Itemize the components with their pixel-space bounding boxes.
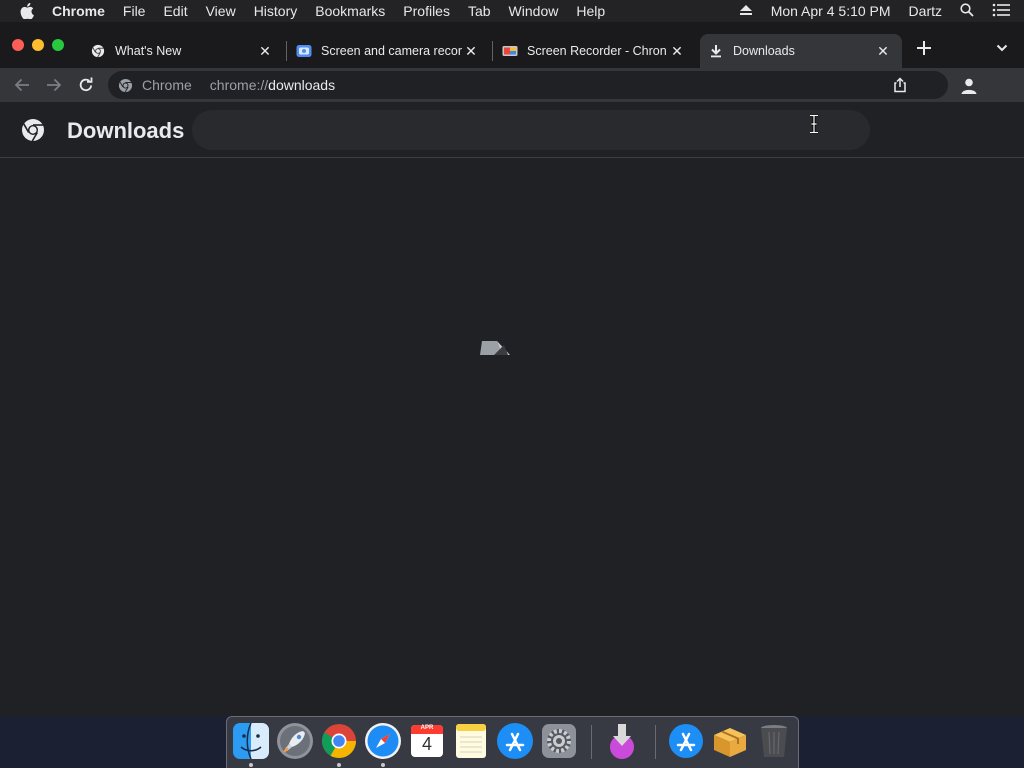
- menu-tab[interactable]: Tab: [468, 3, 491, 19]
- safari-compass-icon[interactable]: [364, 722, 402, 760]
- chrome-logo-icon: [21, 118, 45, 142]
- tab-screen-recorder-extension[interactable]: Screen Recorder - Chron ✕: [494, 34, 696, 68]
- close-tab-icon[interactable]: ✕: [670, 43, 684, 59]
- menu-view[interactable]: View: [206, 3, 236, 19]
- text-cursor-ibeam-icon: [808, 114, 820, 134]
- running-indicator: [249, 763, 253, 767]
- tab-title: Screen Recorder - Chron: [527, 44, 667, 58]
- tab-whats-new[interactable]: What's New ✕: [82, 34, 284, 68]
- running-indicator: [337, 763, 341, 767]
- zoom-window-button[interactable]: [52, 39, 64, 51]
- omnibox[interactable]: Chrome chrome://downloads: [108, 71, 948, 99]
- calendar-month: APR: [420, 725, 434, 731]
- chrome-icon: [90, 43, 106, 59]
- app-store-icon[interactable]: [496, 722, 534, 760]
- close-tab-icon[interactable]: ✕: [258, 43, 272, 59]
- empty-downloads-illustration: [478, 337, 518, 361]
- apple-menu-icon[interactable]: [20, 3, 34, 19]
- eject-icon[interactable]: [739, 3, 753, 19]
- trash-icon[interactable]: [755, 722, 793, 760]
- menu-bookmarks[interactable]: Bookmarks: [315, 3, 385, 19]
- reload-icon[interactable]: [76, 75, 96, 95]
- tab-downloads[interactable]: Downloads ✕: [700, 34, 902, 68]
- url-scheme: chrome://: [209, 77, 269, 93]
- finder-icon[interactable]: [232, 722, 270, 760]
- close-tab-icon[interactable]: ✕: [876, 43, 890, 59]
- system-preferences-gear-icon[interactable]: [540, 722, 578, 760]
- downloads-stack-icon[interactable]: [603, 722, 641, 760]
- forward-arrow-icon[interactable]: [44, 75, 64, 95]
- profile-avatar-icon[interactable]: [958, 75, 980, 97]
- new-tab-plus-icon[interactable]: [914, 38, 934, 58]
- launchpad-rocket-icon[interactable]: [276, 722, 314, 760]
- menu-edit[interactable]: Edit: [163, 3, 187, 19]
- chrome-site-icon: [118, 77, 134, 93]
- menu-file[interactable]: File: [123, 3, 146, 19]
- share-icon[interactable]: [892, 77, 908, 93]
- tab-title: Downloads: [733, 44, 795, 58]
- search-downloads-input[interactable]: [192, 110, 870, 150]
- calendar-day: 4: [421, 734, 432, 754]
- downloads-list-area: [0, 159, 1024, 716]
- spotlight-search-icon[interactable]: [960, 2, 974, 20]
- macos-dock: APR 4: [226, 716, 799, 768]
- browser-window: What's New ✕ Screen and camera recor ✕ S…: [0, 22, 1024, 716]
- tab-search-chevron-down-icon[interactable]: [992, 38, 1012, 58]
- menu-bar-clock[interactable]: Mon Apr 4 5:10 PM: [771, 3, 891, 19]
- tab-separator: [286, 41, 287, 61]
- menu-profiles[interactable]: Profiles: [403, 3, 450, 19]
- screen-recorder-extension-icon: [502, 43, 518, 59]
- back-arrow-icon[interactable]: [12, 75, 32, 95]
- close-window-button[interactable]: [12, 39, 24, 51]
- browser-toolbar: Chrome chrome://downloads: [0, 68, 1024, 102]
- menu-window[interactable]: Window: [509, 3, 559, 19]
- notes-icon[interactable]: [452, 722, 490, 760]
- close-tab-icon[interactable]: ✕: [464, 43, 478, 59]
- calendar-icon[interactable]: APR 4: [408, 722, 446, 760]
- notification-center-icon[interactable]: [992, 3, 1010, 20]
- tab-title: Screen and camera recor: [321, 44, 463, 58]
- tab-separator: [492, 41, 493, 61]
- tab-screen-and-camera-recorder[interactable]: Screen and camera recor ✕: [288, 34, 490, 68]
- macos-menu-bar: Chrome File Edit View History Bookmarks …: [0, 0, 1024, 22]
- menu-bar-user[interactable]: Dartz: [909, 3, 942, 19]
- minimize-window-button[interactable]: [32, 39, 44, 51]
- screen-camera-icon: [296, 43, 312, 59]
- tab-title: What's New: [115, 44, 182, 58]
- menu-app-name[interactable]: Chrome: [52, 3, 105, 19]
- app-store-folder-icon[interactable]: [667, 722, 705, 760]
- omnibox-site-chip[interactable]: Chrome: [142, 77, 192, 93]
- menu-history[interactable]: History: [254, 3, 298, 19]
- menu-help[interactable]: Help: [576, 3, 605, 19]
- downloads-header: Downloads: [0, 102, 1024, 158]
- running-indicator: [381, 763, 385, 767]
- dock-separator: [655, 725, 656, 759]
- tab-strip: What's New ✕ Screen and camera recor ✕ S…: [0, 22, 1024, 68]
- chrome-app-icon[interactable]: [320, 722, 358, 760]
- page-title: Downloads: [67, 118, 185, 143]
- download-icon: [708, 43, 724, 59]
- url-path: downloads: [268, 77, 336, 93]
- archive-package-icon[interactable]: [711, 722, 749, 760]
- menu-bar-status-area: Mon Apr 4 5:10 PM Dartz: [739, 0, 1024, 22]
- dock-separator: [591, 725, 592, 759]
